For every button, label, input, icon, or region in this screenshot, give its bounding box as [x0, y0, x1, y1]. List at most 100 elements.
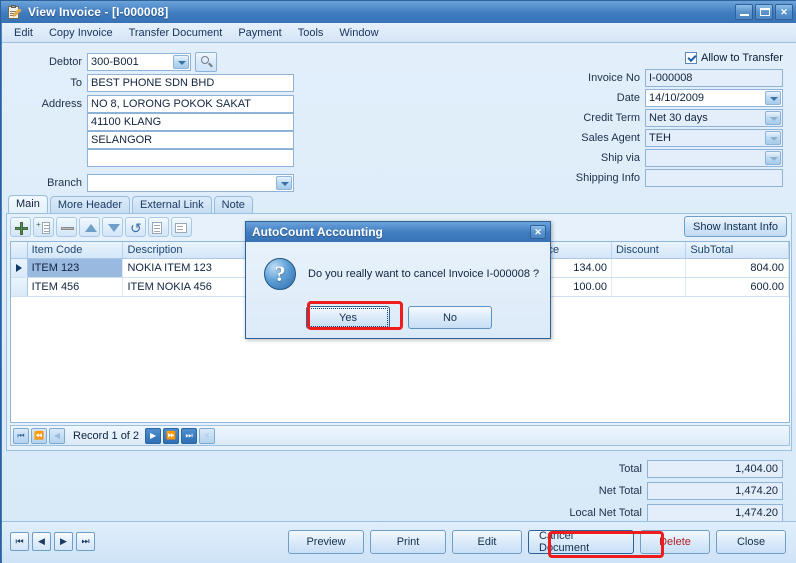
layout-button[interactable] — [171, 217, 192, 237]
move-down-button[interactable] — [102, 217, 123, 237]
address-line-4[interactable] — [87, 149, 294, 167]
first-record-button[interactable]: ⏮ — [10, 532, 29, 551]
debtor-field[interactable]: 300-B001 — [87, 53, 191, 71]
tab-more-header[interactable]: More Header — [49, 196, 131, 213]
branch-label: Branch — [47, 177, 82, 189]
chevron-down-icon[interactable] — [173, 55, 189, 69]
grid-extra-button[interactable]: < — [199, 427, 216, 444]
cell-discount[interactable] — [612, 259, 687, 277]
address-line-1[interactable]: NO 8, LORONG POKOK SAKAT — [87, 95, 294, 113]
tab-note[interactable]: Note — [213, 196, 253, 213]
net-total-value: 1,474.20 — [647, 482, 783, 500]
grid-record-navigator: ⏮ ⏪ ◀ Record 1 of 2 ▶ ⏩ ⏭ < — [10, 425, 790, 446]
tab-bar: Main More Header External Link Note — [8, 195, 255, 213]
maximize-button[interactable] — [755, 4, 773, 20]
ship-via-label: Ship via — [600, 152, 640, 164]
add-row-button[interactable] — [10, 217, 31, 237]
address-line-2[interactable]: 41100 KLANG — [87, 113, 294, 131]
close-window-icon[interactable]: ✕ — [775, 4, 793, 20]
last-record-button[interactable]: ⏭ — [76, 532, 95, 551]
menu-item-tools[interactable]: Tools — [290, 24, 332, 42]
cell-item-code[interactable]: ITEM 456 — [28, 278, 124, 296]
cell-item-code[interactable]: ITEM 123 — [27, 259, 124, 277]
tab-main[interactable]: Main — [8, 195, 48, 213]
debtor-value: 300-B001 — [91, 56, 139, 68]
checkbox-icon[interactable] — [685, 52, 697, 64]
insert-row-button[interactable]: + — [33, 217, 54, 237]
confirmation-dialog: AutoCount Accounting ✕ ? Do you really w… — [245, 221, 551, 339]
grid-col-price[interactable]: ce — [543, 242, 612, 258]
print-button[interactable]: Print — [370, 530, 446, 554]
grid-next-button[interactable]: ▶ — [145, 427, 162, 444]
menu-item-payment[interactable]: Payment — [230, 24, 289, 42]
shipping-info-label: Shipping Info — [575, 172, 640, 184]
grid-prev-button[interactable]: ◀ — [49, 427, 65, 444]
grid-col-item-code[interactable]: Item Code — [28, 242, 124, 258]
address-line-2-value: 41100 KLANG — [91, 116, 162, 128]
sales-agent-field[interactable]: TEH — [645, 129, 783, 147]
undo-button[interactable]: ↺ — [125, 217, 146, 237]
tab-external-link[interactable]: External Link — [132, 196, 212, 213]
chevron-down-icon[interactable] — [765, 151, 781, 165]
debtor-search-button[interactable] — [195, 52, 217, 72]
minimize-button[interactable] — [735, 4, 753, 20]
next-record-button[interactable]: ▶ — [54, 532, 73, 551]
credit-term-field[interactable]: Net 30 days — [645, 109, 783, 127]
credit-term-value: Net 30 days — [649, 112, 708, 124]
grid-prev-page-button[interactable]: ⏪ — [31, 427, 47, 444]
edit-button[interactable]: Edit — [452, 530, 522, 554]
grid-last-button[interactable]: ⏭ — [181, 427, 198, 444]
date-field[interactable]: 14/10/2009 — [645, 89, 783, 107]
invoice-no-label: Invoice No — [588, 72, 640, 84]
close-button[interactable]: Close — [716, 530, 786, 554]
prev-record-button[interactable]: ◀ — [32, 532, 51, 551]
credit-term-label: Credit Term — [583, 112, 640, 124]
grid-col-subtotal[interactable]: SubTotal — [686, 242, 789, 258]
menu-item-window[interactable]: Window — [331, 24, 386, 42]
delete-button[interactable]: Delete — [640, 530, 710, 554]
invoice-no-value: I-000008 — [649, 72, 693, 84]
ship-via-field[interactable] — [645, 149, 783, 167]
list-icon-button[interactable] — [148, 217, 169, 237]
move-up-button[interactable] — [79, 217, 100, 237]
branch-field[interactable] — [87, 174, 294, 192]
dialog-yes-button[interactable]: Yes — [306, 306, 390, 329]
to-field[interactable]: BEST PHONE SDN BHD — [87, 74, 294, 92]
menu-bar: Edit Copy Invoice Transfer Document Paym… — [2, 23, 796, 43]
net-total-label: Net Total — [598, 485, 642, 497]
action-button-group: Preview Print Edit Cancel Document Delet… — [288, 530, 786, 554]
shipping-info-field[interactable] — [645, 169, 783, 187]
total-value: 1,404.00 — [647, 460, 783, 478]
grid-next-page-button[interactable]: ⏩ — [163, 427, 180, 444]
cell-price[interactable]: 100.00 — [543, 278, 612, 296]
dialog-close-icon[interactable]: ✕ — [530, 225, 546, 239]
menu-item-edit[interactable]: Edit — [6, 24, 41, 42]
cell-subtotal[interactable]: 600.00 — [686, 278, 789, 296]
grid-col-discount[interactable]: Discount — [612, 242, 687, 258]
dialog-no-button[interactable]: No — [408, 306, 492, 329]
menu-item-transfer-document[interactable]: Transfer Document — [121, 24, 231, 42]
chevron-down-icon[interactable] — [765, 91, 781, 105]
sales-agent-label: Sales Agent — [581, 132, 640, 144]
show-instant-info-button[interactable]: Show Instant Info — [684, 216, 787, 237]
debtor-label: Debtor — [48, 56, 82, 68]
cell-subtotal[interactable]: 804.00 — [686, 259, 789, 277]
application-window: View Invoice - [I-000008] ✕ Edit Copy In… — [0, 0, 796, 563]
address-line-1-value: NO 8, LORONG POKOK SAKAT — [91, 98, 251, 110]
cancel-document-button[interactable]: Cancel Document — [528, 530, 634, 554]
chevron-down-icon[interactable] — [276, 176, 292, 190]
grid-corner — [11, 242, 28, 258]
preview-button[interactable]: Preview — [288, 530, 364, 554]
cell-discount[interactable] — [612, 278, 687, 296]
allow-to-transfer-checkbox[interactable]: Allow to Transfer — [685, 52, 783, 64]
row-indicator — [11, 278, 28, 296]
address-line-3[interactable]: SELANGOR — [87, 131, 294, 149]
local-net-total-label: Local Net Total — [569, 507, 642, 519]
grid-first-button[interactable]: ⏮ — [13, 427, 29, 444]
cell-price[interactable]: 134.00 — [543, 259, 612, 277]
chevron-down-icon[interactable] — [765, 111, 781, 125]
chevron-down-icon[interactable] — [765, 131, 781, 145]
delete-row-button[interactable] — [56, 217, 77, 237]
sales-agent-value: TEH — [649, 132, 671, 144]
menu-item-copy-invoice[interactable]: Copy Invoice — [41, 24, 121, 42]
